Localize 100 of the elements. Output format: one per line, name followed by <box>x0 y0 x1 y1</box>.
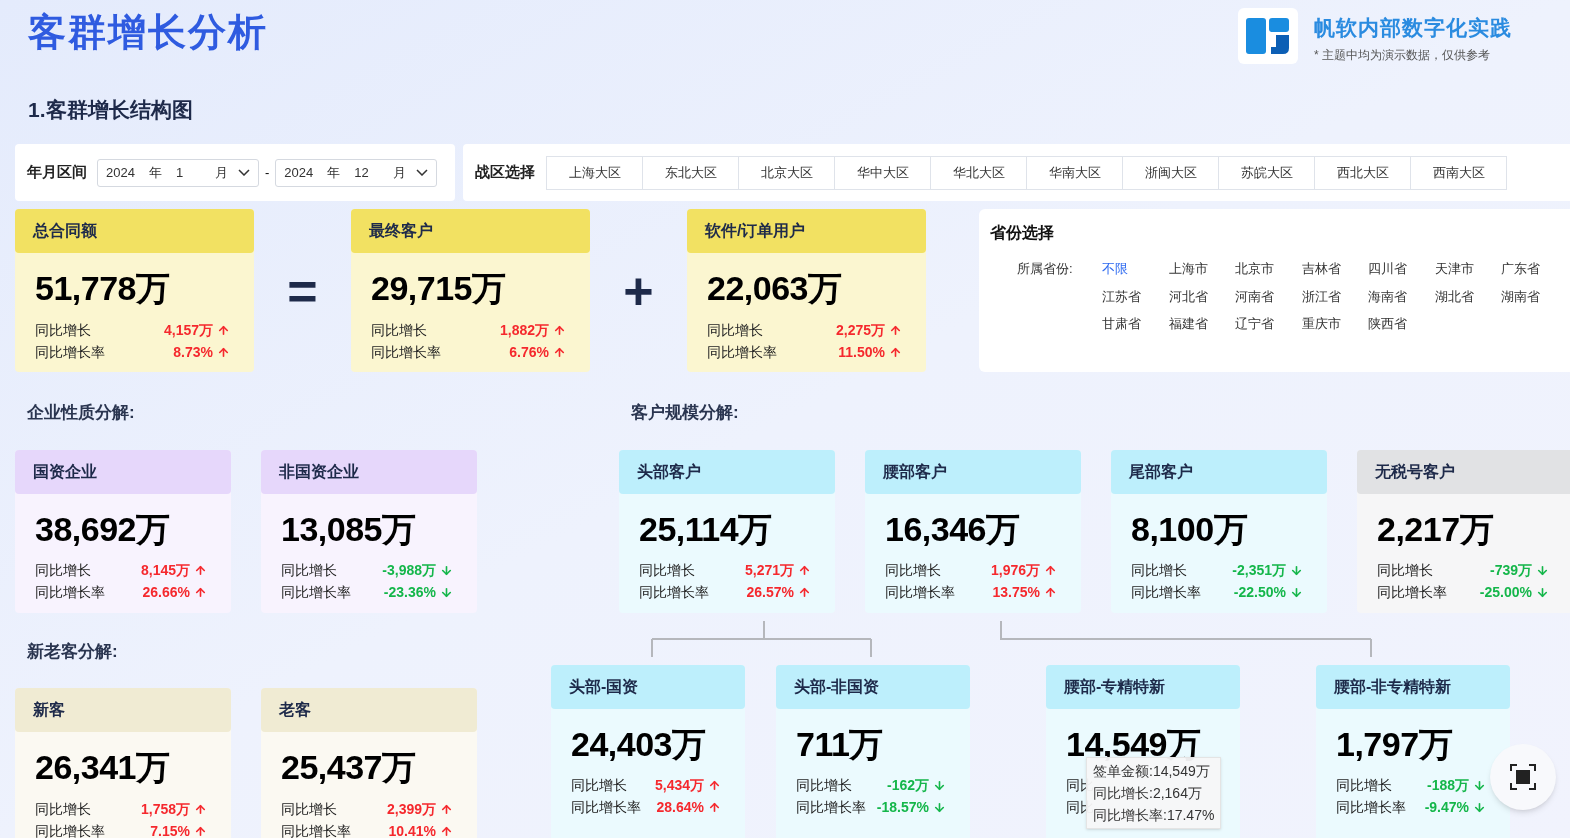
year-value: 2024 <box>106 163 135 182</box>
metric-value: 24,403万 <box>571 723 707 765</box>
stat-value: 13.75% <box>992 583 1040 602</box>
tooltip-line: 同比增长:2,164万 <box>1093 784 1203 803</box>
stat-value: 7.15% <box>150 821 190 838</box>
metric-value: 38,692万 <box>35 508 171 550</box>
stat-label: 同比增长率 <box>35 821 105 838</box>
card-title: 国资企业 <box>33 461 97 482</box>
province-option[interactable]: 湖南省 <box>1501 286 1568 306</box>
stat-label: 同比增长 <box>639 561 695 580</box>
panel-title: 省份选择 <box>990 223 1055 243</box>
stat-value: -18.57% <box>876 798 929 817</box>
stat-value: -2,351万 <box>1232 561 1286 580</box>
stat-label: 同比增长 <box>707 320 763 340</box>
stat-value: 8,145万 <box>140 561 190 580</box>
year-value: 2024 <box>284 163 314 182</box>
card-title: 最终客户 <box>369 221 433 241</box>
province-option[interactable]: 江苏省 <box>1102 286 1169 306</box>
fullscreen-button[interactable] <box>1490 744 1556 810</box>
province-option[interactable]: 北京市 <box>1235 259 1302 279</box>
stat-label: 同比增长 <box>1377 561 1433 580</box>
stat-label: 同比增长 <box>35 561 91 580</box>
province-option[interactable]: 浙江省 <box>1301 286 1368 306</box>
tooltip-line: 同比增长率:17.47% <box>1093 805 1215 825</box>
card-title: 软件/订单用户 <box>705 221 806 241</box>
province-label: 所属省份: <box>1017 260 1074 278</box>
province-option[interactable]: 吉林省 <box>1301 259 1368 279</box>
operator-sign: = <box>287 264 318 317</box>
stat-label: 同比增长 <box>1336 776 1392 795</box>
stat-label: 同比增长 <box>371 320 427 340</box>
stat-value: 10.41% <box>388 821 436 838</box>
region-tab[interactable]: 浙闽大区 <box>1122 155 1219 190</box>
card-title: 非国资企业 <box>279 461 359 482</box>
metric-value: 25,114万 <box>639 508 773 550</box>
operator-sign: + <box>623 264 654 317</box>
year-unit: 年 <box>148 163 162 182</box>
metric-value: 29,715万 <box>371 268 507 309</box>
month-picker[interactable]: 2024 年 1 月 <box>97 158 259 187</box>
stat-label: 同比增长率 <box>1336 798 1406 817</box>
region-tab[interactable]: 华中大区 <box>834 155 931 190</box>
stat-label: 同比增长 <box>281 561 337 580</box>
stat-label: 同比增长率 <box>885 583 955 602</box>
month-unit: 月 <box>215 163 228 182</box>
stat-value: 26.57% <box>746 583 794 602</box>
section-heading: 新老客分解: <box>27 640 119 663</box>
region-tab[interactable]: 上海大区 <box>546 155 643 190</box>
filter-label: 战区选择 <box>475 162 535 183</box>
filter-label: 年月区间 <box>27 162 87 183</box>
stat-label: 同比增长率 <box>281 821 351 838</box>
region-tab[interactable]: 西北大区 <box>1314 155 1411 190</box>
stat-label: 同比增长 <box>35 799 91 819</box>
stat-label: 同比增长率 <box>796 798 866 817</box>
province-option[interactable]: 上海市 <box>1168 259 1235 279</box>
province-option[interactable]: 福建省 <box>1168 314 1235 334</box>
province-option[interactable]: 四川省 <box>1368 259 1435 279</box>
province-option[interactable]: 广东省 <box>1501 259 1568 279</box>
metric-value: 51,778万 <box>35 268 171 309</box>
year-unit: 年 <box>327 163 341 182</box>
province-option[interactable]: 甘肃省 <box>1102 314 1169 334</box>
card-title: 腰部-非专精特新 <box>1334 676 1452 697</box>
region-tab[interactable]: 苏皖大区 <box>1218 155 1315 190</box>
province-option[interactable]: 湖北省 <box>1434 286 1501 306</box>
stat-label: 同比增长率 <box>371 342 441 362</box>
month-picker[interactable]: 2024 年 12 月 <box>275 158 438 187</box>
section-heading: 客户规模分解: <box>631 402 740 424</box>
card-title: 腰部-专精特新 <box>1064 676 1166 697</box>
region-tab[interactable]: 北京大区 <box>738 155 835 190</box>
stat-label: 同比 <box>1066 777 1094 793</box>
province-option[interactable]: 海南省 <box>1368 286 1435 306</box>
fullscreen-icon <box>1510 764 1536 790</box>
province-option[interactable]: 河南省 <box>1235 286 1302 306</box>
logo-icon <box>1238 8 1298 64</box>
stat-value: 28.64% <box>656 798 704 817</box>
province-option[interactable]: 不限 <box>1102 259 1169 279</box>
stat-value: 1,758万 <box>140 799 190 819</box>
region-tab[interactable]: 华北大区 <box>930 155 1027 190</box>
stat-value: 26.66% <box>142 583 190 602</box>
province-option[interactable]: 陕西省 <box>1368 314 1435 334</box>
card-title: 无税号客户 <box>1375 461 1455 482</box>
province-option[interactable]: 河北省 <box>1168 286 1235 306</box>
month-unit: 月 <box>393 163 407 182</box>
demo-note: * 主题中均为演示数据，仅供参考 <box>1314 46 1491 64</box>
stat-label: 同比增长 <box>571 776 627 795</box>
province-option[interactable]: 重庆市 <box>1301 314 1368 334</box>
region-tab[interactable]: 华南大区 <box>1026 155 1123 190</box>
chevron-down-icon <box>238 169 250 176</box>
card-title: 总合同额 <box>33 221 97 241</box>
stat-label: 同比增长率 <box>1131 583 1201 602</box>
province-option[interactable]: 辽宁省 <box>1235 314 1302 334</box>
section-title: 1.客群增长结构图 <box>27 97 194 123</box>
region-tab[interactable]: 西南大区 <box>1410 155 1507 190</box>
metric-value: 8,100万 <box>1131 508 1249 550</box>
stat-label: 同比增长 <box>796 776 852 795</box>
stat-value: -162万 <box>886 776 929 795</box>
stat-label: 同比增长率 <box>571 798 641 817</box>
region-tab[interactable]: 东北大区 <box>642 155 739 190</box>
stat-label: 同比增长 <box>35 320 91 340</box>
province-option[interactable]: 天津市 <box>1434 259 1501 279</box>
stat-label: 同比增长率 <box>281 583 351 602</box>
stat-label: 同比增长率 <box>1377 583 1447 602</box>
